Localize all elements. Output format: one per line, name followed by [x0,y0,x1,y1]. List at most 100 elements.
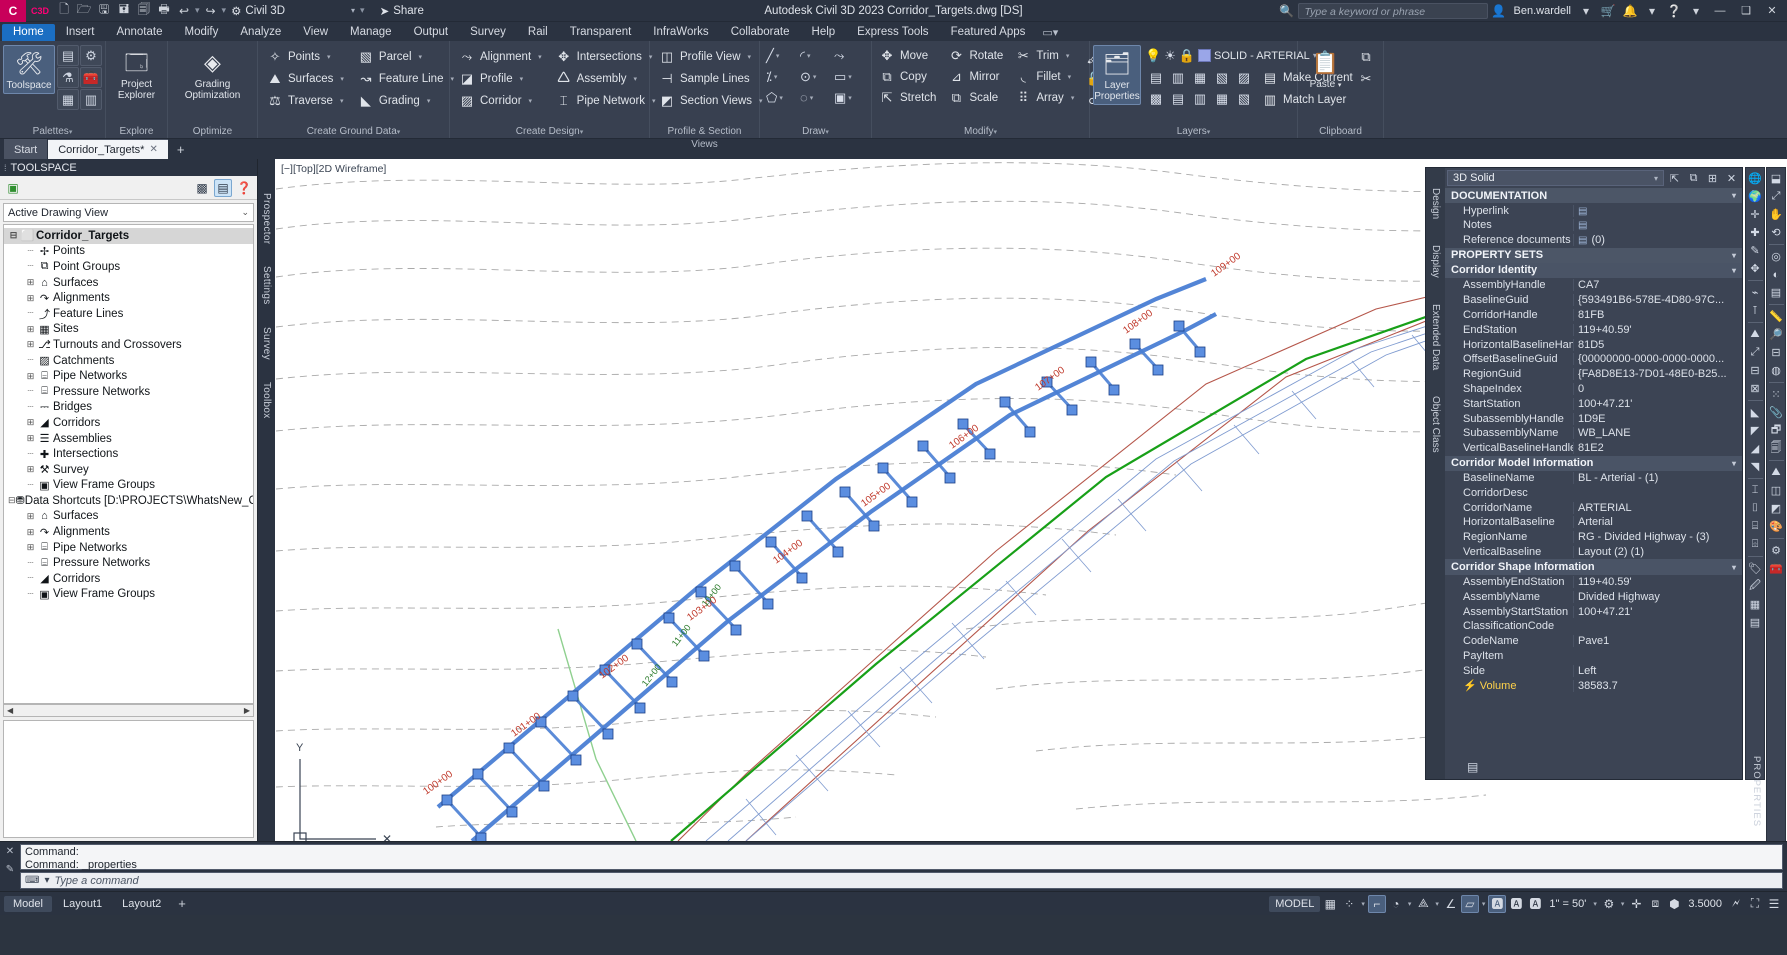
toolspace-button[interactable]: 🛠 Toolspace [3,45,55,94]
tree-item-catchments[interactable]: ┄▨Catchments [4,353,253,369]
property-category-corridor-shape-information[interactable]: Corridor Shape Information▾ [1445,559,1742,574]
toolspace-horizontal-scrollbar[interactable]: ◀ ▶ [3,704,254,717]
globe-icon[interactable]: 🌐 [1747,170,1764,187]
chevron-down-icon[interactable]: ▾ [813,73,817,81]
property-value[interactable]: 100+47.21' [1573,606,1742,618]
parcel-button[interactable]: ▧ Parcel ▾ [354,46,458,67]
side-tab-settings[interactable]: Settings [261,266,272,305]
share-button[interactable]: ➤ Share [380,4,424,18]
layout-tab-model[interactable]: Model [4,896,52,912]
project-explorer-button[interactable]: 🗔 Project Explorer [110,45,164,103]
tab-modify[interactable]: Modify [174,24,230,41]
tab-express-tools[interactable]: Express Tools [846,24,939,41]
new-drawing-tab-button[interactable]: + [169,139,193,159]
customization-icon[interactable]: ☰ [1765,895,1783,913]
property-value-icon[interactable]: ▤ [1578,235,1587,246]
chevron-down-icon[interactable]: ▾ [848,73,852,81]
layer-delete-icon[interactable]: ▧ [1233,89,1255,110]
property-value[interactable]: 119+40.59' [1573,576,1742,588]
chevron-down-icon[interactable]: ▾ [351,6,355,15]
profile-view-icon[interactable]: ◫ [1768,482,1785,499]
open-folder-icon[interactable]: 🗁 [74,0,94,22]
zoom-extents-icon[interactable]: ⤢ [1768,188,1785,205]
tree-expander-icon[interactable]: ⊞ [25,433,36,444]
chevron-down-icon[interactable]: ▾ [848,94,852,102]
side-tab-toolbox[interactable]: Toolbox [261,382,272,419]
edit-points-icon[interactable]: ✎ [1747,242,1764,259]
chevron-down-icon[interactable]: ▾ [1591,900,1599,908]
chevron-down-icon[interactable]: ▾ [529,97,533,105]
grading-volume-icon[interactable]: ◥ [1747,458,1764,475]
property-value[interactable]: CA7 [1573,279,1742,291]
save-icon[interactable]: 🖫 [94,0,114,22]
section-views-button[interactable]: ◩ Section Views ▾ [655,90,767,111]
item-preview-icon[interactable]: ▤ [214,179,232,197]
chevron-down-icon[interactable]: ▾ [1654,174,1658,183]
tree-expander-icon[interactable]: ⊟ [8,230,19,241]
layer-color-swatch[interactable] [1198,49,1211,62]
chevron-down-icon[interactable]: ▾ [807,52,811,60]
corridor-section-icon[interactable]: ⊟ [1747,362,1764,379]
tree-item-point-groups[interactable]: ┄⧉Point Groups [4,259,253,275]
mirror-button[interactable]: ⊿Mirror [944,66,1007,87]
tree-expander-icon[interactable]: ⊞ [25,417,36,428]
chevron-down-icon[interactable]: ▾ [419,53,423,61]
property-row[interactable]: CorridorDesc [1445,486,1742,501]
property-row[interactable]: Hyperlink▤ [1445,203,1742,218]
chevron-down-icon[interactable]: ▾ [1066,52,1070,60]
undo-icon[interactable]: ↩ [174,0,194,22]
inquiry-icon[interactable]: 🔎 [1768,326,1785,343]
tree-item-corridor-targets[interactable]: ⊟⬜Corridor_Targets [4,228,253,244]
tree-item-turnouts-and-crossovers[interactable]: ⊞⎇Turnouts and Crossovers [4,337,253,353]
property-row[interactable]: PayItem [1445,649,1742,664]
property-row[interactable]: SubassemblyHandle1D9E [1445,411,1742,426]
transparency-value[interactable]: 3.5000 [1684,898,1726,910]
add-to-status-bar-icon[interactable]: ✛ [1627,895,1645,913]
drawing-canvas[interactable]: [−][Top][2D Wireframe] [275,159,1787,841]
quick-select-icon[interactable]: ⧉ [1685,170,1702,187]
chevron-down-icon[interactable]: ▾ [1406,900,1414,908]
minimize-button[interactable]: — [1707,0,1733,22]
toggle-value-icon[interactable]: ⇱ [1666,170,1683,187]
alignment-layout-icon[interactable]: ⌁ [1747,284,1764,301]
property-value[interactable]: 119+40.59' [1573,324,1742,336]
property-row[interactable]: VerticalBaselineHandle81E2 [1445,441,1742,456]
assembly-button[interactable]: 🛆 Assembly ▾ [552,68,660,89]
property-row[interactable]: CodeNamePave1 [1445,634,1742,649]
xref-icon[interactable]: 🗗 [1768,422,1785,439]
property-row[interactable]: HorizontalBaselineArterial [1445,515,1742,530]
pipe-tool-icon[interactable]: ⌶ [1747,482,1764,499]
surface-analysis-icon[interactable]: ⛰ [1768,464,1785,481]
property-value[interactable]: WB_LANE [1573,427,1742,439]
tree-item-pipe-networks[interactable]: ⊞⌸Pipe Networks [4,540,253,556]
array-button[interactable]: ⠿Array▾ [1011,87,1078,108]
layer-on-icon[interactable]: 💡 [1145,48,1161,64]
chevron-down-icon[interactable]: ▾ [340,97,344,105]
close-icon[interactable]: ✕ [149,144,157,155]
chevron-down-icon[interactable]: ▾ [1619,900,1627,908]
redo-icon[interactable]: ↪ [201,0,221,22]
help-icon[interactable]: ❔ [1663,0,1685,22]
chevron-down-icon[interactable]: ▾ [327,53,331,61]
label-style-icon[interactable]: 🏷 [1747,560,1764,577]
geolocation-icon[interactable]: 🌍 [1747,188,1764,205]
tree-item-points[interactable]: ┄✢Points [4,244,253,260]
tab-help[interactable]: Help [801,24,847,41]
tree-item-alignments[interactable]: ⊞↷Alignments [4,290,253,306]
layer-state-icon[interactable]: ▤ [1768,284,1785,301]
property-row[interactable]: AssemblyStartStation100+47.21' [1445,604,1742,619]
chevron-down-icon[interactable]: ▾ [810,94,814,102]
object-snap-tracking-icon[interactable]: ∠ [1442,895,1460,913]
panorama-icon[interactable]: ▤ [57,45,79,66]
tree-expander-icon[interactable]: ⊞ [25,511,36,522]
autodesk-store-icon[interactable]: 🛒 [1597,0,1619,22]
tree-item-view-frame-groups[interactable]: ┄▣View Frame Groups [4,587,253,603]
command-input[interactable]: ⌨ ▾ Type a command [20,872,1783,889]
bell-icon[interactable]: 🔔 [1619,0,1641,22]
chevron-down-icon[interactable]: ▾ [1480,900,1488,908]
property-row[interactable]: HorizontalBaselineHan...81D5 [1445,337,1742,352]
tab-insert[interactable]: Insert [55,24,106,41]
ribbon-overflow-icon[interactable]: ▭▾ [1036,24,1064,41]
surfaces-button[interactable]: ⛰ Surfaces ▾ [263,68,348,89]
view-cube-icon[interactable]: ⬓ [1768,170,1785,187]
